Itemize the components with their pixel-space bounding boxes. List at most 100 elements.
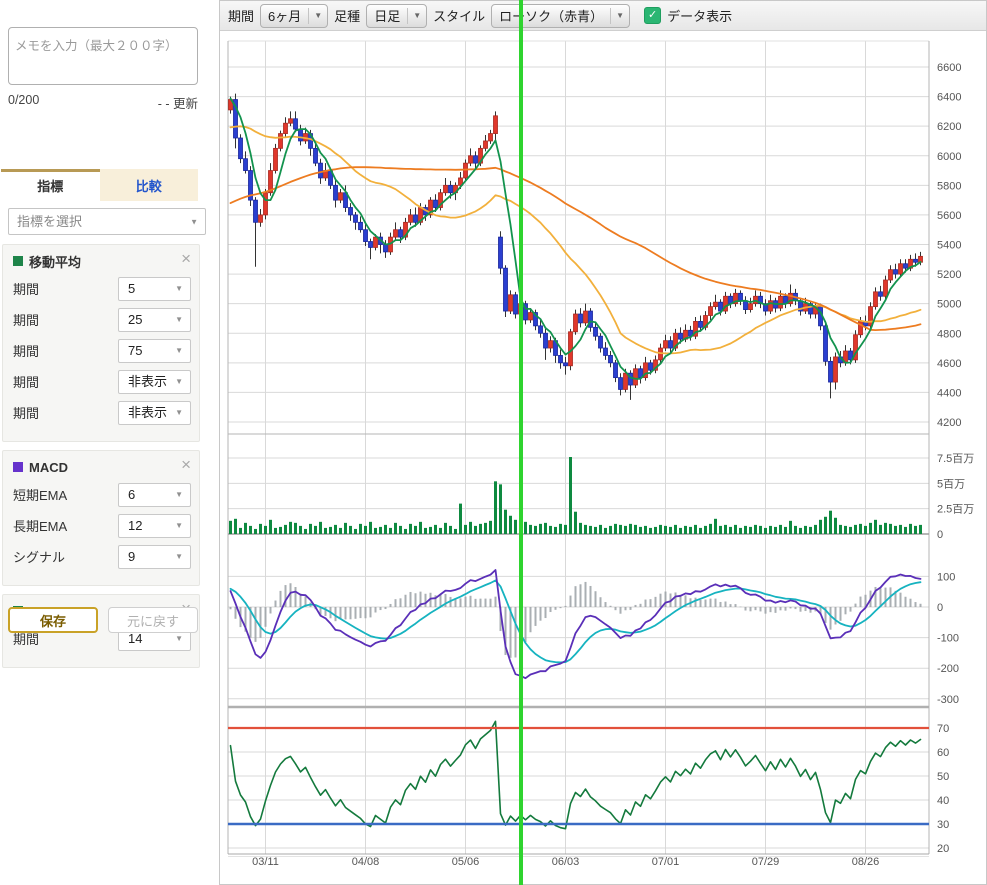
svg-text:07/01: 07/01 bbox=[652, 856, 680, 868]
svg-text:-300: -300 bbox=[937, 694, 959, 706]
indicator-card: MACD × 短期EMA 6▼ 長期EMA 12▼ シグナル 9▼ bbox=[2, 450, 200, 586]
svg-text:0: 0 bbox=[937, 602, 943, 614]
sidebar-tabs: 指標 比較 bbox=[1, 169, 198, 201]
param-label: 期間 bbox=[13, 372, 91, 391]
chevron-down-icon: ▼ bbox=[408, 11, 426, 20]
tab-compare[interactable]: 比較 bbox=[100, 169, 199, 201]
svg-text:4600: 4600 bbox=[937, 358, 961, 370]
svg-text:30: 30 bbox=[937, 819, 949, 831]
param-select[interactable]: 75▼ bbox=[118, 339, 191, 363]
param-label: 期間 bbox=[13, 279, 91, 298]
svg-text:06/03: 06/03 bbox=[552, 856, 580, 868]
svg-text:6200: 6200 bbox=[937, 121, 961, 133]
indicator-param-row: 長期EMA 12▼ bbox=[13, 514, 191, 537]
param-label: シグナル bbox=[13, 547, 91, 566]
memo-meta: 0/200 - - 更新 bbox=[8, 93, 198, 112]
svg-text:5000: 5000 bbox=[937, 299, 961, 311]
indicator-card: 移動平均×期間5▼期間25▼期間75▼期間非表示▼期間非表示▼ bbox=[2, 244, 200, 442]
svg-text:4200: 4200 bbox=[937, 417, 961, 429]
chevron-down-icon: ▼ bbox=[175, 371, 183, 393]
svg-text:5百万: 5百万 bbox=[937, 478, 965, 490]
svg-text:4800: 4800 bbox=[937, 328, 961, 340]
param-label: 期間 bbox=[13, 341, 91, 360]
param-label: 長期EMA bbox=[13, 516, 91, 535]
chevron-down-icon: ▼ bbox=[309, 11, 327, 20]
chevron-down-icon: ▼ bbox=[190, 209, 198, 234]
svg-text:100: 100 bbox=[937, 571, 955, 583]
svg-text:03/11: 03/11 bbox=[252, 856, 279, 868]
tab-indicators[interactable]: 指標 bbox=[1, 169, 100, 201]
bartype-label: 足種 bbox=[334, 6, 360, 25]
param-label: 期間 bbox=[13, 310, 91, 329]
param-select[interactable]: 12▼ bbox=[118, 514, 191, 538]
param-select[interactable]: 非表示▼ bbox=[118, 401, 191, 425]
svg-text:04/08: 04/08 bbox=[352, 856, 380, 868]
indicator-param-row: シグナル 9▼ bbox=[13, 545, 191, 568]
param-label: 短期EMA bbox=[13, 485, 91, 504]
svg-text:6000: 6000 bbox=[937, 151, 961, 163]
close-icon[interactable]: × bbox=[181, 251, 191, 267]
svg-text:7.5百万: 7.5百万 bbox=[937, 453, 974, 465]
sidebar-actions: 保存 元に戻す bbox=[8, 607, 198, 633]
chevron-down-icon: ▼ bbox=[175, 340, 183, 362]
close-icon[interactable]: × bbox=[181, 457, 191, 473]
indicator-card-title: MACD bbox=[29, 460, 68, 475]
memo-input[interactable] bbox=[8, 27, 198, 85]
memo-counter: 0/200 bbox=[8, 93, 39, 112]
indicator-select-placeholder: 指標を選択 bbox=[17, 214, 82, 229]
chevron-down-icon: ▼ bbox=[175, 278, 183, 300]
style-label: スタイル bbox=[433, 6, 485, 25]
data-display-checkbox[interactable]: ✓ bbox=[644, 7, 661, 24]
svg-text:70: 70 bbox=[937, 723, 949, 735]
chevron-down-icon: ▼ bbox=[611, 11, 629, 20]
svg-text:-200: -200 bbox=[937, 663, 959, 675]
chevron-down-icon: ▼ bbox=[175, 546, 183, 568]
chevron-down-icon: ▼ bbox=[175, 402, 183, 424]
stock-chart-app: 0/200 - - 更新 指標 比較 指標を選択 ▼ 移動平均 × 期間 5▼ 期間 25… bbox=[0, 0, 987, 885]
data-display-label: データ表示 bbox=[667, 6, 732, 25]
chart-canvas[interactable]: 03/11 04/08 05/06 06/03 07/01 07/29 08/26 6600 6… bbox=[220, 31, 986, 884]
param-select[interactable]: 6▼ bbox=[118, 483, 191, 507]
indicator-param-row: 期間 非表示▼ bbox=[13, 370, 191, 393]
indicator-param-row: 期間 5▼ bbox=[13, 277, 191, 300]
period-label: 期間 bbox=[228, 6, 254, 25]
indicator-param-row: 期間 75▼ bbox=[13, 339, 191, 362]
svg-text:5400: 5400 bbox=[937, 240, 961, 252]
chart-toolbar: 期間 6ヶ月 ▼ 足種 日足 ▼ スタイル ローソク（赤青） ▼ ✓ データ表示 bbox=[220, 1, 986, 31]
svg-text:07/29: 07/29 bbox=[752, 856, 780, 868]
indicator-param-row: 期間 25▼ bbox=[13, 308, 191, 331]
svg-text:05/06: 05/06 bbox=[452, 856, 480, 868]
svg-text:4400: 4400 bbox=[937, 387, 961, 399]
svg-text:08/26: 08/26 bbox=[852, 856, 880, 868]
bartype-dropdown[interactable]: 日足 ▼ bbox=[366, 4, 427, 28]
style-dropdown[interactable]: ローソク（赤青） ▼ bbox=[491, 4, 630, 28]
svg-text:6600: 6600 bbox=[937, 62, 961, 74]
chart-panel: 期間 6ヶ月 ▼ 足種 日足 ▼ スタイル ローソク（赤青） ▼ ✓ データ表示… bbox=[219, 0, 987, 885]
svg-text:40: 40 bbox=[937, 795, 949, 807]
svg-text:6400: 6400 bbox=[937, 92, 961, 104]
param-select[interactable]: 5▼ bbox=[118, 277, 191, 301]
svg-text:5600: 5600 bbox=[937, 210, 961, 222]
svg-text:5800: 5800 bbox=[937, 180, 961, 192]
chevron-down-icon: ▼ bbox=[175, 309, 183, 331]
indicator-card-title: 移動平均 bbox=[29, 252, 81, 271]
reset-button[interactable]: 元に戻す bbox=[108, 607, 198, 633]
svg-text:0: 0 bbox=[937, 529, 943, 541]
indicator-color-swatch bbox=[13, 462, 23, 472]
save-button[interactable]: 保存 bbox=[8, 607, 98, 633]
period-dropdown[interactable]: 6ヶ月 ▼ bbox=[260, 4, 328, 28]
indicator-param-row: 期間 非表示▼ bbox=[13, 401, 191, 424]
chevron-down-icon: ▼ bbox=[175, 484, 183, 506]
sidebar: 0/200 - - 更新 指標 比較 指標を選択 ▼ 移動平均 × 期間 5▼ 期間 25… bbox=[0, 0, 219, 885]
indicator-select[interactable]: 指標を選択 ▼ bbox=[8, 208, 206, 235]
svg-text:5200: 5200 bbox=[937, 269, 961, 281]
svg-text:-100: -100 bbox=[937, 633, 959, 645]
crosshair-line bbox=[519, 0, 523, 885]
svg-text:20: 20 bbox=[937, 843, 949, 855]
indicator-color-swatch bbox=[13, 256, 23, 266]
param-select[interactable]: 9▼ bbox=[118, 545, 191, 569]
param-select[interactable]: 非表示▼ bbox=[118, 370, 191, 394]
memo-update-link[interactable]: - - 更新 bbox=[158, 93, 198, 112]
param-select[interactable]: 25▼ bbox=[118, 308, 191, 332]
param-label: 期間 bbox=[13, 403, 91, 422]
